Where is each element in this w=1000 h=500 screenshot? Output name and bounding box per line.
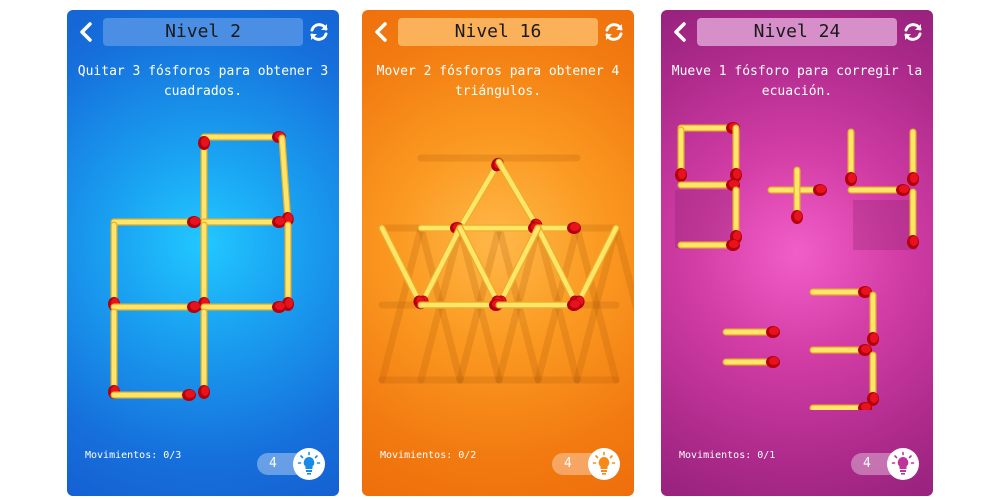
matchstick[interactable] [722, 356, 780, 368]
refresh-icon [310, 23, 328, 41]
matchstick[interactable] [198, 136, 210, 226]
matchstick[interactable] [495, 299, 581, 311]
refresh-icon [605, 23, 623, 41]
matchstick[interactable] [845, 128, 857, 186]
matchstick[interactable] [675, 126, 687, 182]
matchstick[interactable] [282, 221, 294, 311]
moves-counter: Movimientos: 0/1 [679, 450, 776, 461]
top-bar: Nivel 16 [362, 10, 634, 54]
matchstick[interactable] [809, 286, 872, 298]
refresh-icon [904, 23, 922, 41]
matchstick[interactable] [867, 291, 879, 346]
hint-count: 4 [863, 456, 871, 471]
hint-button[interactable]: 4 [257, 448, 325, 480]
matchstick[interactable] [198, 221, 210, 311]
level-title: Nivel 24 [697, 18, 897, 46]
matchstick[interactable] [534, 222, 581, 234]
matchstick[interactable] [730, 124, 742, 182]
matchstick[interactable] [198, 308, 210, 399]
matchstick[interactable] [200, 216, 286, 228]
matchstick-board[interactable] [67, 110, 339, 410]
matchstick[interactable] [809, 402, 872, 410]
moves-counter: Movimientos: 0/3 [85, 450, 182, 461]
hint-circle [887, 448, 919, 480]
lightbulb-icon [297, 451, 321, 475]
matchstick[interactable] [847, 184, 910, 196]
instruction-text: Mueve 1 fósforo para corregir la ecuació… [671, 64, 923, 99]
hint-count: 4 [564, 456, 572, 471]
top-bar: Nivel 2 [67, 10, 339, 54]
matchstick[interactable] [677, 179, 740, 191]
hint-circle [293, 448, 325, 480]
hint-button[interactable]: 4 [552, 448, 620, 480]
moves-counter: Movimientos: 0/2 [380, 450, 477, 461]
instruction-text: Mover 2 fósforos para obtener 4 triángul… [376, 64, 620, 99]
top-bar: Nivel 24 [661, 10, 933, 54]
matchstick[interactable] [110, 389, 196, 401]
matchstick[interactable] [200, 131, 286, 143]
matchstick-board[interactable] [362, 110, 634, 410]
level-title: Nivel 2 [103, 18, 303, 46]
level-2-screen: Nivel 2 Quitar 3 fósforos para obtener 3… [67, 10, 339, 496]
matchstick-board[interactable] [661, 110, 933, 410]
lightbulb-icon [891, 451, 915, 475]
back-button[interactable] [75, 20, 99, 44]
matchstick[interactable] [907, 128, 919, 186]
level-title: Nivel 16 [398, 18, 598, 46]
level-16-screen: Nivel 16 Mover 2 fósforos para obtener 4… [362, 10, 634, 496]
reset-button[interactable] [901, 20, 925, 44]
hint-circle [588, 448, 620, 480]
chevron-left-icon [80, 22, 92, 42]
back-button[interactable] [370, 20, 394, 44]
matchstick[interactable] [722, 326, 780, 338]
matchstick[interactable] [791, 166, 803, 224]
reset-button[interactable] [307, 20, 331, 44]
matchstick[interactable] [110, 301, 201, 313]
matchstick[interactable] [200, 301, 286, 313]
matchstick[interactable] [677, 122, 740, 134]
matchstick[interactable] [867, 351, 879, 406]
matchstick[interactable] [108, 221, 120, 311]
ghost-frame [675, 190, 739, 248]
matchstick[interactable] [417, 299, 503, 311]
back-button[interactable] [669, 20, 693, 44]
instruction-text: Quitar 3 fósforos para obtener 3 cuadrad… [77, 64, 329, 99]
lightbulb-icon [592, 451, 616, 475]
chevron-left-icon [674, 22, 686, 42]
hint-count: 4 [269, 456, 277, 471]
matchstick[interactable] [278, 134, 294, 227]
chevron-left-icon [375, 22, 387, 42]
reset-button[interactable] [602, 20, 626, 44]
hint-button[interactable]: 4 [851, 448, 919, 480]
matchstick[interactable] [110, 216, 201, 228]
matchstick[interactable] [108, 308, 120, 399]
matchstick[interactable] [809, 344, 872, 356]
level-24-screen: Nivel 24 Mueve 1 fósforo para corregir l… [661, 10, 933, 496]
